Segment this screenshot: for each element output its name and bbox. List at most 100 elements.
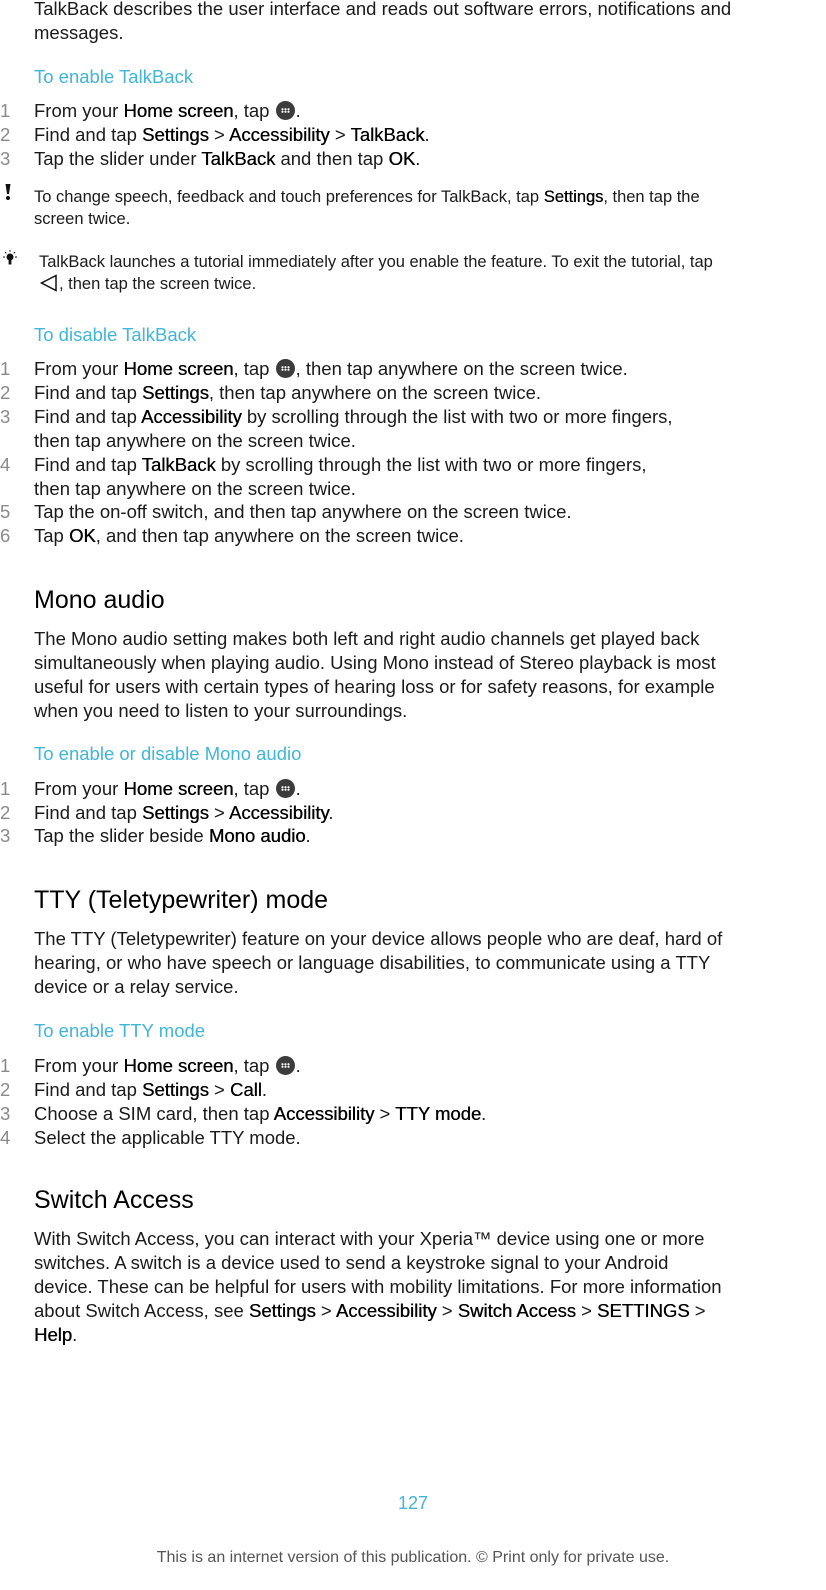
step-text: by scrolling through the list with two o… bbox=[215, 454, 647, 475]
step-text: , then tap anywhere on the screen twice. bbox=[295, 358, 628, 379]
switch-access-path-line: about Switch Access, see Settings > Acce… bbox=[34, 1299, 706, 1323]
enable-talkback-title: To enable TalkBack bbox=[34, 66, 194, 87]
step-text: . bbox=[261, 1079, 267, 1100]
step-text: Choose a SIM card, then tap bbox=[34, 1103, 274, 1124]
path-separator: > bbox=[208, 1079, 230, 1100]
switch-access-body-1: With Switch Access, you can interact wit… bbox=[34, 1228, 705, 1249]
settings-caps-label: SETTINGS bbox=[597, 1300, 690, 1321]
call-label: Call bbox=[229, 1079, 262, 1100]
step-text: Find and tap bbox=[34, 802, 142, 823]
intro-line-2: messages. bbox=[34, 22, 124, 43]
apps-icon bbox=[275, 1056, 295, 1075]
step-number: 6 bbox=[0, 525, 11, 546]
accessibility-label: Accessibility bbox=[140, 406, 242, 427]
mono-audio-label: Mono audio bbox=[208, 825, 306, 846]
mono-audio-step-3: Tap the slider beside Mono audio. bbox=[34, 824, 311, 848]
exclamation-icon bbox=[4, 183, 12, 201]
accessibility-label: Accessibility bbox=[335, 1300, 437, 1321]
tty-body-1: The TTY (Teletypewriter) feature on your… bbox=[34, 928, 723, 949]
switch-access-body-2: switches. A switch is a device used to s… bbox=[34, 1252, 669, 1273]
step-text: Tap the on-off switch, and then tap anyw… bbox=[34, 501, 572, 522]
path-separator: > bbox=[374, 1103, 396, 1124]
disable-talkback-title: To disable TalkBack bbox=[34, 324, 197, 345]
tty-heading: TTY (Teletypewriter) mode bbox=[34, 886, 329, 914]
accessibility-label: Accessibility bbox=[228, 124, 330, 145]
tty-body-2: hearing, or who have speech or language … bbox=[34, 952, 711, 973]
tty-step-3: Choose a SIM card, then tap Accessibilit… bbox=[34, 1102, 486, 1126]
settings-label: Settings bbox=[142, 124, 209, 145]
step-number: 4 bbox=[0, 1127, 11, 1148]
step-text: . bbox=[295, 100, 301, 121]
step-text: Select the applicable TTY mode. bbox=[34, 1127, 301, 1148]
step-number: 2 bbox=[0, 124, 11, 145]
path-separator: > bbox=[315, 1300, 336, 1321]
note-text: To change speech, feedback and touch pre… bbox=[34, 188, 544, 206]
step-number: 4 bbox=[0, 454, 11, 475]
step-text: Find and tap bbox=[34, 454, 142, 475]
tty-title: To enable TTY mode bbox=[34, 1020, 206, 1041]
mono-audio-step-1: From your Home screen, tap . bbox=[34, 777, 301, 801]
step-text: . bbox=[415, 148, 421, 169]
path-separator: > bbox=[208, 802, 229, 823]
disable-talkback-step-4: Find and tap TalkBack by scrolling throu… bbox=[34, 453, 647, 501]
talkback-label: TalkBack bbox=[141, 454, 216, 475]
step-number: 2 bbox=[0, 382, 11, 403]
footer-notice: This is an internet version of this publ… bbox=[156, 1549, 670, 1566]
step-text: Find and tap bbox=[34, 124, 142, 145]
tty-step-4: Select the applicable TTY mode. bbox=[34, 1126, 301, 1150]
settings-label: Settings bbox=[142, 802, 209, 823]
lightbulb-icon bbox=[0, 250, 22, 270]
mono-audio-body-4: when you need to listen to your surround… bbox=[34, 700, 408, 721]
tip-text: TalkBack launches a tutorial immediately… bbox=[39, 253, 713, 271]
talkback-settings-note: To change speech, feedback and touch pre… bbox=[34, 187, 814, 230]
talkback-label: TalkBack bbox=[201, 148, 276, 169]
note-text: , then tap the bbox=[603, 188, 700, 206]
settings-label: Settings bbox=[248, 1300, 316, 1321]
help-label: Help bbox=[34, 1324, 73, 1345]
switch-access-body-3: device. These can be helpful for users w… bbox=[34, 1276, 722, 1297]
step-text: , tap bbox=[233, 1055, 275, 1076]
back-triangle-icon bbox=[39, 273, 59, 292]
step-number: 5 bbox=[0, 501, 11, 522]
step-number: 1 bbox=[0, 778, 11, 799]
step-text: Find and tap bbox=[34, 406, 141, 427]
path-separator: > bbox=[329, 124, 351, 145]
step-text: From your bbox=[34, 1055, 124, 1076]
step-text: . bbox=[328, 802, 334, 823]
settings-label: Settings bbox=[142, 1079, 209, 1100]
path-separator: > bbox=[575, 1300, 598, 1321]
apps-icon bbox=[275, 359, 295, 378]
talkback-label: TalkBack bbox=[350, 124, 425, 145]
accessibility-label: Accessibility bbox=[273, 1103, 375, 1124]
ok-label: OK bbox=[388, 148, 416, 169]
step-text: Tap the slider beside bbox=[34, 825, 209, 846]
switch-access-label: Switch Access bbox=[457, 1300, 576, 1321]
step-text: From your bbox=[34, 358, 124, 379]
enable-talkback-step-2: Find and tap Settings > Accessibility > … bbox=[34, 123, 430, 147]
mono-audio-title: To enable or disable Mono audio bbox=[34, 743, 302, 764]
step-number: 2 bbox=[0, 1079, 11, 1100]
disable-talkback-step-3: Find and tap Accessibility by scrolling … bbox=[34, 405, 673, 453]
enable-talkback-step-3: Tap the slider under TalkBack and then t… bbox=[34, 147, 420, 171]
settings-label: Settings bbox=[543, 188, 604, 206]
disable-talkback-step-6: Tap OK, and then tap anywhere on the scr… bbox=[34, 524, 464, 548]
step-text: , then tap anywhere on the screen twice. bbox=[208, 382, 542, 403]
enable-talkback-step-1: From your Home screen, tap . bbox=[34, 99, 301, 123]
disable-talkback-step-5: Tap the on-off switch, and then tap anyw… bbox=[34, 500, 572, 524]
body-text: about Switch Access, see bbox=[34, 1300, 249, 1321]
step-text: From your bbox=[34, 100, 124, 121]
step-number: 3 bbox=[0, 825, 11, 846]
apps-icon bbox=[275, 779, 295, 798]
step-text: From your bbox=[34, 778, 124, 799]
disable-talkback-step-2: Find and tap Settings, then tap anywhere… bbox=[34, 381, 541, 405]
step-text: Find and tap bbox=[34, 1079, 142, 1100]
step-text: , tap bbox=[233, 100, 275, 121]
path-separator: > bbox=[208, 124, 229, 145]
step-text: and then tap bbox=[275, 148, 389, 169]
accessibility-label: Accessibility bbox=[228, 802, 329, 823]
step-text: , tap bbox=[233, 358, 275, 379]
body-text: . bbox=[72, 1324, 78, 1345]
step-text: . bbox=[424, 124, 430, 145]
ok-label: OK bbox=[68, 525, 96, 546]
home-screen-label: Home screen bbox=[123, 358, 234, 379]
